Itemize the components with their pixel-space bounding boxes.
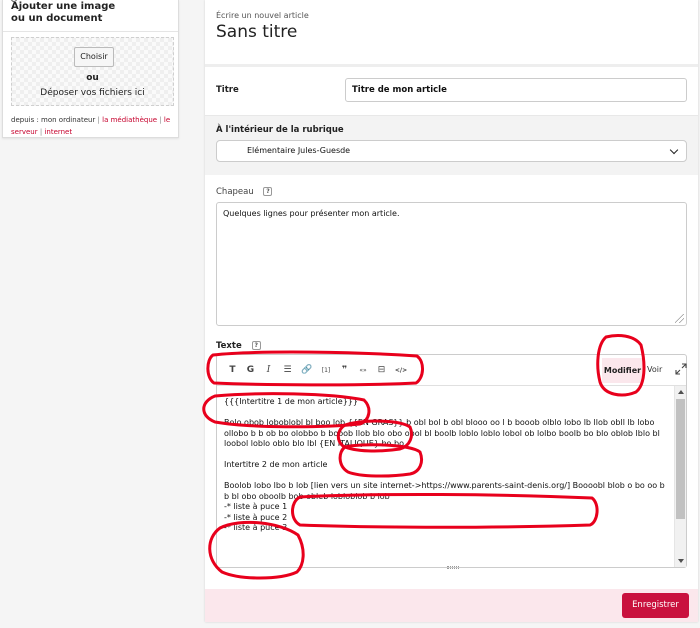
help-icon[interactable]: ? xyxy=(263,187,273,196)
editor-line: Intertitre 2 de mon article xyxy=(224,460,328,469)
texte-label: Texte ? xyxy=(216,341,261,351)
chapeau-label-text: Chapeau xyxy=(216,187,254,197)
help-icon[interactable]: ? xyxy=(251,341,261,350)
source-library-link[interactable]: la médiathèque xyxy=(102,116,157,124)
source-internet-link[interactable]: internet xyxy=(44,128,72,136)
typo-button[interactable]: T xyxy=(227,364,238,377)
footnote-button[interactable]: [1] xyxy=(320,364,332,377)
choose-file-button[interactable]: Choisir xyxy=(74,47,114,67)
italic-button[interactable]: I xyxy=(263,364,274,377)
divider xyxy=(3,31,178,32)
editor-toolbar: T G I ☰ 🔗 [1] ❞ «» ⊟ </> Modifier Voir xyxy=(217,355,687,386)
chevron-down-icon xyxy=(669,145,679,155)
code-button[interactable]: </> xyxy=(394,364,408,377)
chapeau-text: Quelques lignes pour présenter mon artic… xyxy=(223,209,400,218)
file-dropzone[interactable]: Choisir ou Déposer vos fichiers ici xyxy=(11,37,174,106)
sources-prefix: depuis : mon ordinateur xyxy=(11,116,96,124)
modifier-tab[interactable]: Modifier xyxy=(602,358,643,383)
upload-title: Ajouter une image ou un document xyxy=(11,0,116,25)
upload-sources: depuis : mon ordinateur | la médiathèque… xyxy=(11,114,176,138)
scroll-thumb[interactable] xyxy=(676,399,685,519)
rubrique-label: À l'intérieur de la rubrique xyxy=(216,125,344,135)
scroll-up-icon[interactable] xyxy=(678,390,684,394)
page-title: Sans titre xyxy=(216,22,298,42)
separator: | xyxy=(159,116,162,124)
save-button[interactable]: Enregistrer xyxy=(622,593,689,618)
editor-line: {{{Intertitre 1 de mon article}}} xyxy=(224,397,358,406)
expand-icon[interactable] xyxy=(675,363,687,375)
divider xyxy=(205,64,698,67)
or-label: ou xyxy=(86,73,99,83)
voir-tab[interactable]: Voir xyxy=(647,365,662,374)
list-item: -* liste à puce 2 xyxy=(224,512,288,522)
form-footer: Enregistrer xyxy=(205,589,698,622)
editor-paragraph: Bolo obob loboblobl bl boo lob {{EN GRAS… xyxy=(224,418,660,448)
editor-scrollbar[interactable] xyxy=(674,386,686,567)
separator: | xyxy=(39,128,43,136)
scroll-down-icon[interactable] xyxy=(678,559,684,563)
article-editor-panel: Écrire un nouvel article Sans titre Titr… xyxy=(205,0,698,622)
upload-title-line2: ou un document xyxy=(11,13,103,24)
list-button[interactable]: ☰ xyxy=(282,364,293,377)
page-subtitle: Écrire un nouvel article xyxy=(216,11,309,20)
upload-title-line1: Ajouter une image xyxy=(11,1,116,12)
rubrique-select[interactable]: Elémentaire Jules-Guesde xyxy=(216,140,687,162)
editor-paragraph: Boolob lobo lbo b lob [lien vers un site… xyxy=(224,481,665,501)
list-item: -* liste à puce 3 xyxy=(224,523,288,532)
guillemets-button[interactable]: «» xyxy=(357,364,369,377)
titre-label: Titre xyxy=(216,85,239,95)
insert-button[interactable]: ⊟ xyxy=(376,364,387,377)
upload-panel: Ajouter une image ou un document Choisir… xyxy=(2,0,179,138)
editor-resize-handle[interactable] xyxy=(447,566,459,569)
bold-button[interactable]: G xyxy=(245,364,256,377)
list-item: -* liste à puce 1 xyxy=(224,502,288,511)
chapeau-textarea[interactable]: Quelques lignes pour présenter mon artic… xyxy=(216,202,687,326)
title-input[interactable] xyxy=(345,78,687,102)
texte-label-text: Texte xyxy=(216,341,242,351)
rubrique-value: Elémentaire Jules-Guesde xyxy=(247,146,351,155)
separator: | xyxy=(97,116,100,124)
resize-grip-icon[interactable] xyxy=(675,314,684,323)
divider xyxy=(205,115,698,116)
article-text-input[interactable]: {{{Intertitre 1 de mon article}}} Bolo o… xyxy=(217,386,674,567)
chapeau-label: Chapeau ? xyxy=(216,187,273,197)
drop-files-label: Déposer vos fichiers ici xyxy=(40,88,145,98)
link-button[interactable]: 🔗 xyxy=(301,364,312,377)
quote-button[interactable]: ❞ xyxy=(339,364,350,377)
text-editor: T G I ☰ 🔗 [1] ❞ «» ⊟ </> Modifier Voir {… xyxy=(216,354,687,568)
